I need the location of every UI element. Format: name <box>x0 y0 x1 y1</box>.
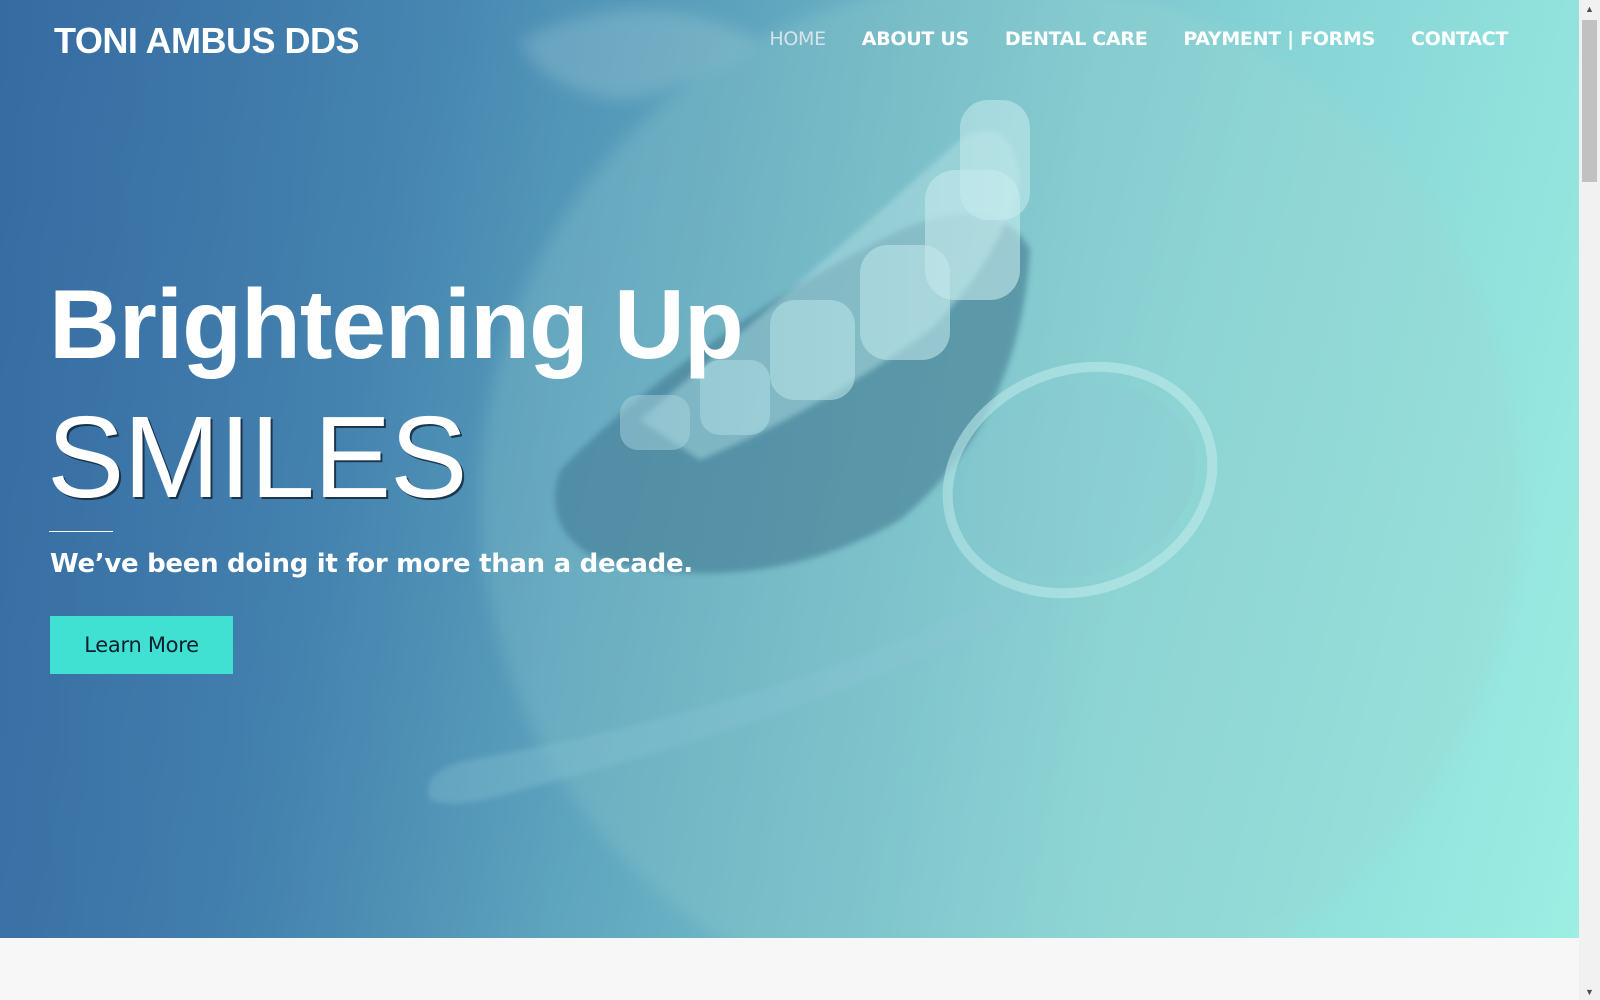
triangle-up-icon[interactable]: ▲ <box>1579 0 1600 17</box>
hero-section: TONI AMBUS DDS HOME ABOUT US DENTAL CARE… <box>0 0 1579 938</box>
hero-divider <box>49 531 113 532</box>
nav-item-payment-forms[interactable]: PAYMENT | FORMS <box>1183 28 1375 50</box>
site-logo[interactable]: TONI AMBUS DDS <box>54 20 360 62</box>
nav-item-home[interactable]: HOME <box>769 28 826 50</box>
hero-headline-line2: SMILES <box>47 392 467 522</box>
scrollbar-thumb[interactable] <box>1582 20 1597 182</box>
learn-more-button[interactable]: Learn More <box>50 616 233 674</box>
triangle-down-icon[interactable]: ▼ <box>1579 983 1600 1000</box>
nav-item-about-us[interactable]: ABOUT US <box>862 28 969 50</box>
hero-tagline: We’ve been doing it for more than a deca… <box>50 549 693 579</box>
hero-headline-line1: Brightening Up <box>49 269 744 379</box>
nav-item-contact[interactable]: CONTACT <box>1411 28 1508 50</box>
nav-item-dental-care[interactable]: DENTAL CARE <box>1005 28 1148 50</box>
main-nav: HOME ABOUT US DENTAL CARE PAYMENT | FORM… <box>769 28 1508 50</box>
vertical-scrollbar[interactable]: ▲ ▼ <box>1579 0 1600 1000</box>
